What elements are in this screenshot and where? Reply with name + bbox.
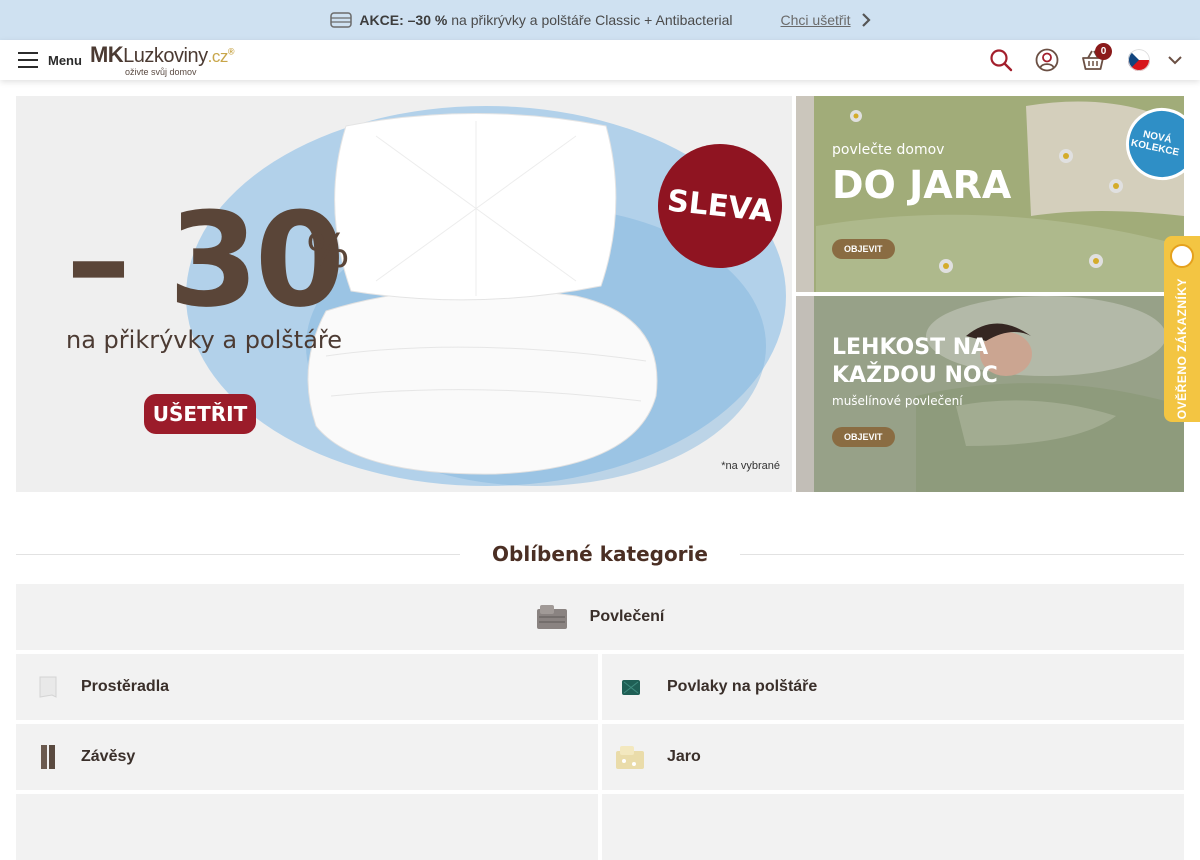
category-label: Závěsy xyxy=(81,748,136,765)
promo-text: na přikrývky a polštáře Classic + Antiba… xyxy=(447,12,733,28)
logo-name: Luzkoviny xyxy=(123,44,208,67)
hero-main-percent: % xyxy=(306,224,350,278)
czech-flag-icon xyxy=(1128,49,1150,71)
category-prosteradla[interactable]: Prostěradla xyxy=(16,654,598,720)
category-label: Povlaky na polštáře xyxy=(667,678,818,695)
category-row-partial[interactable] xyxy=(16,794,598,860)
side1-headline: DO JARA xyxy=(832,163,1012,207)
verified-by-customers-badge[interactable]: OVĚŘENO ZÁKAZNÍKY xyxy=(1164,236,1200,422)
account-button[interactable] xyxy=(1034,47,1060,73)
category-row-partial[interactable] xyxy=(602,794,1184,860)
promo-prefix: AKCE: –30 % xyxy=(359,12,448,28)
chevron-right-icon xyxy=(861,13,871,27)
hero-side-banner-spring[interactable]: povlečte domov DO JARA OBJEVIT NOVÁ KOLEK… xyxy=(796,96,1184,292)
chevron-down-icon xyxy=(1168,56,1182,65)
promo-cta-label: Chci ušetřit xyxy=(780,12,851,28)
category-label: Prostěradla xyxy=(81,678,170,695)
search-icon xyxy=(990,49,1013,72)
hamburger-icon xyxy=(18,52,38,68)
cart-button[interactable]: 0 xyxy=(1080,43,1112,73)
account-icon xyxy=(1035,48,1059,72)
site-header: Menu MKLuzkoviny.cz® oživte svůj domov 0 xyxy=(0,40,1200,80)
curtain-thumb-icon xyxy=(41,745,55,769)
hero-main-note: *na vybrané xyxy=(721,460,780,472)
verified-text: OVĚŘENO ZÁKAZNÍKY xyxy=(1175,278,1189,420)
menu-button[interactable]: Menu xyxy=(18,52,82,68)
hero-main-cta-button[interactable]: UŠETŘIT xyxy=(144,394,256,434)
hero-main-amount: – 30 xyxy=(66,184,345,336)
cart-count-badge: 0 xyxy=(1095,43,1112,60)
pillowcase-thumb-icon xyxy=(622,680,640,695)
divider xyxy=(739,553,1184,555)
search-button[interactable] xyxy=(988,47,1014,73)
hero-side-banner-muslin[interactable]: LEHKOST NA KAŽDOU NOC mušelínové povleče… xyxy=(796,296,1184,492)
category-label: Jaro xyxy=(667,748,701,765)
category-zavesy[interactable]: Závěsy xyxy=(16,724,598,790)
sheet-thumb-icon xyxy=(39,676,57,698)
divider xyxy=(16,553,461,555)
spring-bedding-thumb-icon xyxy=(616,746,644,769)
site-logo[interactable]: MKLuzkoviny.cz® oživte svůj domov xyxy=(89,41,235,77)
side2-headline-line2: KAŽDOU NOC xyxy=(832,363,998,388)
category-label: Povlečení xyxy=(589,608,665,625)
menu-label: Menu xyxy=(48,52,82,68)
hero-main-banner[interactable]: – 30 % na přikrývky a polštáře UŠETŘIT S… xyxy=(16,96,792,492)
category-povlaky[interactable]: Povlaky na polštáře xyxy=(602,654,1184,720)
side1-cta-button[interactable]: OBJEVIT xyxy=(832,239,895,259)
logo-registered: ® xyxy=(227,45,235,56)
category-povleceni[interactable]: Povlečení xyxy=(16,584,1184,650)
side1-kicker: povlečte domov xyxy=(832,142,945,158)
bedding-thumb-icon xyxy=(536,605,567,629)
categories-title: Oblíbené kategorie xyxy=(492,542,708,566)
verified-seal-icon xyxy=(1170,244,1194,268)
side2-kicker: mušelínové povlečení xyxy=(832,394,963,408)
categories-heading: Oblíbené kategorie xyxy=(16,538,1184,570)
side2-cta-button[interactable]: OBJEVIT xyxy=(832,427,895,447)
promo-bar: AKCE: –30 % na přikrývky a polštáře Clas… xyxy=(0,0,1200,40)
promo-cta-link[interactable]: Chci ušetřit xyxy=(781,12,871,28)
hero-main-subtitle: na přikrývky a polštáře xyxy=(66,326,343,354)
logo-mk: MK xyxy=(89,41,124,67)
blanket-icon xyxy=(330,12,353,28)
logo-tagline: oživte svůj domov xyxy=(124,66,197,77)
category-jaro[interactable]: Jaro xyxy=(602,724,1184,790)
logo-tld: .cz xyxy=(207,46,229,66)
language-selector[interactable] xyxy=(1128,49,1182,71)
side2-headline-line1: LEHKOST NA xyxy=(832,335,989,360)
